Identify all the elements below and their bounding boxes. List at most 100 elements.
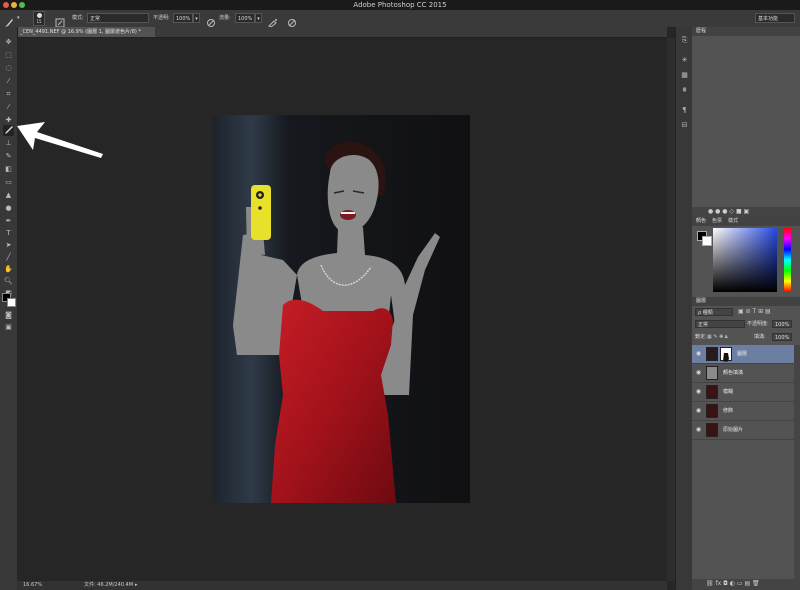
opacity-input[interactable]: 100% — [173, 13, 193, 23]
document-tab[interactable]: _CEN_4491.NEF @ 16.9% (圖層 1, 圖層遮色片/8) * — [17, 27, 155, 37]
eyedropper-tool-icon[interactable]: ⁄ — [3, 102, 14, 113]
marquee-tool-icon[interactable]: ⬚ — [3, 50, 14, 61]
file-size-info: 文件: 46.2M/240.4M — [84, 582, 134, 588]
layers-scrollbar[interactable] — [794, 345, 800, 579]
crop-tool-icon[interactable]: ⌗ — [3, 89, 14, 100]
flow-label: 流量: — [219, 15, 231, 21]
layer-thumbnail — [706, 423, 718, 437]
chevron-down-icon[interactable]: ▾ — [17, 10, 20, 27]
eye-icon[interactable]: ◉ — [695, 388, 702, 395]
opacity-label: 不透明: — [153, 15, 170, 21]
tools-panel: ✥ ⬚ ◌ ⁄ ⌗ ⁄ ✚ ⊥ ✎ ◧ ▭ ▲ ● ✒ T ➤ ╱ ✋ 🔍︎ ◩… — [0, 27, 18, 590]
brush-tool-preset-icon[interactable] — [4, 13, 14, 27]
history-tab[interactable]: 歷程 — [696, 27, 706, 36]
eye-icon[interactable]: ◉ — [695, 426, 702, 433]
blend-mode-select[interactable]: 正常 — [695, 320, 745, 328]
pressure-size-icon[interactable] — [287, 13, 297, 27]
layer-row[interactable]: ◉ 模糊 — [692, 383, 794, 402]
eraser-tool-icon[interactable]: ◧ — [3, 164, 14, 175]
layer-opacity-input[interactable]: 100% — [772, 320, 792, 328]
blur-tool-icon[interactable]: ▲ — [3, 190, 14, 201]
swatches-tab[interactable]: 色票 — [712, 217, 722, 226]
properties-panel-icon[interactable]: ⊟ — [679, 120, 690, 131]
window-title: Adobe Photoshop CC 2015 — [353, 1, 447, 9]
arrow-annotation — [17, 122, 103, 158]
character-panel-icon[interactable]: ▦ — [679, 70, 690, 81]
layers-tab[interactable]: 圖層 — [696, 297, 706, 306]
eye-icon[interactable]: ◉ — [695, 350, 702, 357]
gradient-tool-icon[interactable]: ▭ — [3, 177, 14, 188]
adjustment-icons[interactable]: ● ● ● ◇ ■ ▣ — [708, 208, 749, 215]
pressure-opacity-icon[interactable] — [206, 13, 216, 27]
panel-background-swatch[interactable] — [702, 236, 712, 246]
fill-input[interactable]: 100% — [772, 333, 792, 341]
layer-name: 顏色填滿 — [723, 370, 744, 376]
status-menu-arrow-icon[interactable]: ▸ — [135, 581, 138, 590]
line-tool-icon[interactable]: ╱ — [3, 252, 14, 263]
status-bar: 16.67% 文件: 46.2M/240.4M ▸ — [17, 581, 667, 590]
clone-stamp-tool-icon[interactable]: ⊥ — [3, 138, 14, 149]
history-panel-icon[interactable]: ⎘ — [679, 35, 690, 46]
dodge-tool-icon[interactable]: ● — [3, 203, 14, 214]
zoom-tool-icon[interactable]: 🔍︎ — [3, 276, 14, 287]
canvas-scrollbar[interactable] — [667, 38, 675, 581]
layer-name: 圖層 — [737, 351, 748, 357]
document-tab-bar: _CEN_4491.NEF @ 16.9% (圖層 1, 圖層遮色片/8) * — [17, 27, 667, 38]
airbrush-icon[interactable] — [268, 13, 278, 28]
layer-thumbnail — [706, 385, 718, 399]
brush-panel-toggle-icon[interactable] — [55, 13, 65, 28]
quick-mask-icon[interactable]: ◙ — [3, 310, 14, 321]
lock-icons[interactable]: ▦ ✎ ✥ 🔒︎ — [707, 333, 728, 341]
settings-panel-icon[interactable]: ✳ — [679, 55, 690, 66]
brush-tip-icon — [37, 13, 42, 18]
flow-dropdown-button[interactable]: ▾ — [255, 13, 262, 23]
layer-action-icons[interactable]: ⛓ fx ◘ ◐ ▭ ▤ 🗑︎ — [706, 580, 760, 587]
layer-row[interactable]: ◉ 顏色填滿 — [692, 364, 794, 383]
brush-tool-icon[interactable] — [3, 125, 14, 136]
color-tab[interactable]: 顏色 — [696, 217, 706, 226]
layer-name: 模糊 — [723, 389, 734, 395]
hand-tool-icon[interactable]: ✋ — [3, 264, 14, 275]
history-brush-tool-icon[interactable]: ✎ — [3, 151, 14, 162]
right-panels: 歷程 ● ● ● ◇ ■ ▣ 顏色 色票 樣式 圖層 ρ 種類 ▣ ⊘ T ⊞ … — [692, 27, 800, 590]
layer-row[interactable]: ◉ 圖層 — [692, 345, 794, 364]
eye-icon[interactable]: ◉ — [695, 407, 702, 414]
background-color-swatch[interactable] — [7, 298, 16, 307]
layer-row[interactable]: ◉ 原始圖片 — [692, 421, 794, 440]
layers-panel-header: 圖層 — [692, 297, 800, 306]
move-tool-icon[interactable]: ✥ — [3, 37, 14, 48]
quick-select-tool-icon[interactable]: ⁄ — [3, 76, 14, 87]
hue-slider[interactable] — [784, 228, 791, 292]
color-field[interactable] — [713, 228, 777, 292]
layer-row[interactable]: ◉ 修飾 — [692, 402, 794, 421]
styles-tab[interactable]: 樣式 — [728, 217, 738, 226]
pen-tool-icon[interactable]: ✒ — [3, 216, 14, 227]
options-bar: ▾ 15 模式: 正常 不透明: 100% ▾ 流量: 100% ▾ 基本功能 — [0, 10, 800, 28]
brush-size-value: 15 — [36, 19, 42, 24]
layer-filter-icons[interactable]: ▣ ⊘ T ⊞ ▤ — [738, 308, 771, 315]
opacity-dropdown-button[interactable]: ▾ — [193, 13, 200, 23]
eye-icon[interactable]: ◉ — [695, 369, 702, 376]
paragraph-panel-icon[interactable]: ¶ — [679, 105, 690, 116]
screen-mode-icon[interactable]: ▣ — [3, 322, 14, 333]
brush-size-picker[interactable]: 15 — [33, 11, 45, 26]
lasso-tool-icon[interactable]: ◌ — [3, 63, 14, 74]
path-select-tool-icon[interactable]: ➤ — [3, 240, 14, 251]
brush-presets-icon[interactable]: ⩩ — [679, 85, 690, 96]
lock-label: 鎖定: — [695, 334, 707, 340]
layer-kind-filter[interactable]: ρ 種類 — [695, 308, 733, 316]
type-tool-icon[interactable]: T — [3, 228, 14, 239]
flow-input[interactable]: 100% — [235, 13, 255, 23]
mode-select[interactable]: 正常 — [87, 13, 149, 23]
layer-thumbnail — [706, 366, 718, 380]
zoom-level[interactable]: 16.67% — [23, 581, 42, 590]
layer-mask-thumbnail[interactable] — [720, 347, 732, 362]
fill-label: 填滿: — [754, 334, 766, 340]
color-panel-header: 顏色 色票 樣式 — [692, 217, 800, 226]
document-image[interactable] — [213, 115, 470, 503]
panel-dock: ⎘ ✳ ▦ ⩩ ¶ ⊟ — [675, 27, 693, 590]
panel-icon-row: ● ● ● ◇ ■ ▣ — [692, 207, 800, 217]
layer-opacity-label: 不透明度: — [747, 321, 769, 327]
layer-name: 原始圖片 — [723, 427, 744, 433]
workspace-select[interactable]: 基本功能 — [755, 13, 795, 23]
